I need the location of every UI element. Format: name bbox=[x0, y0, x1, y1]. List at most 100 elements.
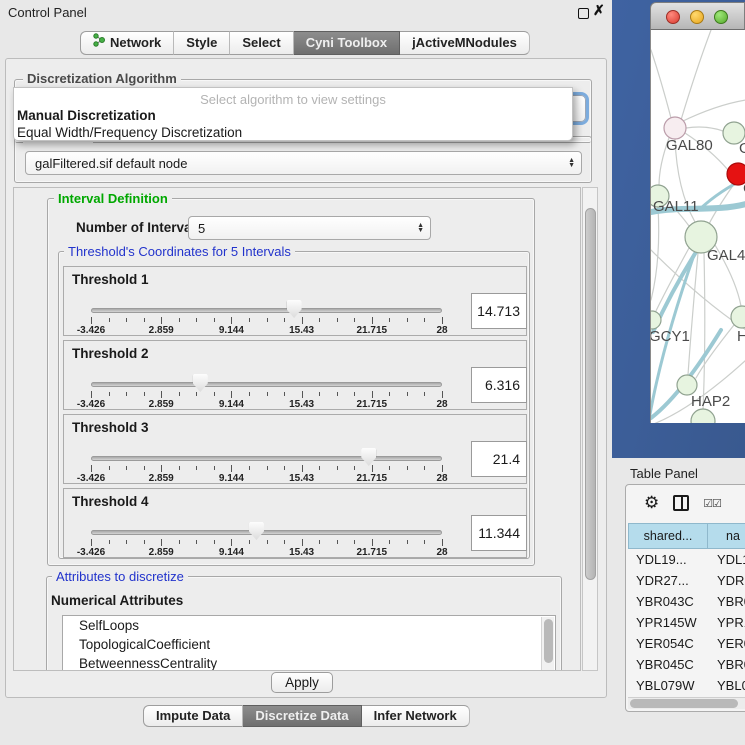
dropdown-option-manual[interactable]: Manual Discretization bbox=[17, 108, 156, 123]
thresholds-group-label: Threshold's Coordinates for 5 Intervals bbox=[64, 245, 295, 258]
table-cell[interactable]: YDR2 bbox=[709, 570, 745, 591]
slider-thumb[interactable] bbox=[249, 522, 264, 540]
table-cell[interactable]: YPR1 bbox=[709, 612, 745, 633]
tab-label: Style bbox=[186, 32, 217, 54]
slider-tick bbox=[196, 466, 197, 470]
network-node-label: GAL4 bbox=[707, 247, 745, 264]
network-node[interactable] bbox=[677, 375, 697, 395]
slider-tick bbox=[284, 466, 285, 470]
tab-cyni-toolbox[interactable]: Cyni Toolbox bbox=[294, 31, 400, 55]
table-cell[interactable]: YBR0 bbox=[709, 654, 745, 675]
tab-impute-data[interactable]: Impute Data bbox=[143, 705, 243, 727]
slider-track[interactable] bbox=[91, 456, 442, 461]
table-cell[interactable]: YPR145W bbox=[628, 612, 709, 633]
float-window-icon[interactable] bbox=[578, 8, 589, 19]
tab-style[interactable]: Style bbox=[174, 31, 230, 55]
slider-tick bbox=[407, 392, 408, 396]
table-cell[interactable]: YDL1 bbox=[709, 549, 745, 570]
slider-tick bbox=[196, 392, 197, 396]
tab-select[interactable]: Select bbox=[230, 31, 293, 55]
panel-title: Control Panel bbox=[8, 5, 87, 20]
table-cell[interactable]: YER054C bbox=[628, 633, 709, 654]
threshold-value-field[interactable]: 11.344 bbox=[471, 515, 527, 551]
slider-tick bbox=[109, 540, 110, 544]
zoom-traffic-light-icon[interactable] bbox=[714, 10, 728, 24]
network-node-label: HAP2 bbox=[691, 393, 730, 410]
algorithm-dropdown-popup: Select algorithm to view settings Manual… bbox=[13, 87, 573, 141]
table-horizontal-scrollbar[interactable] bbox=[628, 697, 745, 709]
gear-icon[interactable]: ⚙ bbox=[644, 493, 659, 513]
table-row[interactable]: YBR045CYBR0 bbox=[628, 654, 745, 675]
slider-tick bbox=[196, 318, 197, 322]
network-canvas[interactable]: GAL80GACGAL11GAL4GCY1HHAP2 bbox=[650, 30, 745, 423]
slider-tick-label: 9.144 bbox=[219, 325, 244, 336]
slider-tick bbox=[424, 318, 425, 322]
slider-tick bbox=[179, 540, 180, 544]
network-node[interactable] bbox=[664, 117, 686, 139]
table-cell[interactable]: YBL079W bbox=[628, 675, 709, 696]
attribute-item[interactable]: TopologicalCoefficient bbox=[63, 635, 555, 654]
network-node[interactable] bbox=[731, 306, 745, 328]
slider-tick bbox=[354, 318, 355, 322]
number-of-intervals-combobox[interactable]: 5 ▲▼ bbox=[188, 216, 431, 240]
slider-tick bbox=[442, 539, 443, 546]
slider-track[interactable] bbox=[91, 530, 442, 535]
threshold-panel: Threshold 4-3.4262.8599.14415.4321.71528… bbox=[63, 488, 527, 558]
slider-thumb[interactable] bbox=[361, 448, 376, 466]
threshold-value-field[interactable]: 21.4 bbox=[471, 441, 527, 477]
slider-tick-label: 28 bbox=[436, 473, 447, 484]
table-cell[interactable]: YBR0 bbox=[709, 591, 745, 612]
apply-button[interactable]: Apply bbox=[271, 672, 333, 693]
slider-tick-label: 9.144 bbox=[219, 399, 244, 410]
table-row[interactable]: YPR145WYPR1 bbox=[628, 612, 745, 633]
slider-tick bbox=[319, 466, 320, 470]
close-icon[interactable]: ✗ bbox=[593, 2, 605, 19]
tab-network[interactable]: Network bbox=[80, 31, 174, 55]
slider-tick bbox=[231, 539, 232, 546]
numerical-attributes-list[interactable]: SelfLoopsTopologicalCoefficientBetweenne… bbox=[62, 615, 556, 671]
tab-jactivemnodules[interactable]: jActiveMNodules bbox=[400, 31, 530, 55]
table-row[interactable]: YBR043CYBR0 bbox=[628, 591, 745, 612]
numerical-attributes-label: Numerical Attributes bbox=[51, 593, 183, 608]
table-row[interactable]: YDR27...YDR2 bbox=[628, 570, 745, 591]
table-cell[interactable]: YBR043C bbox=[628, 591, 709, 612]
table-cell[interactable]: YDL19... bbox=[628, 549, 709, 570]
slider-tick bbox=[144, 392, 145, 396]
table-row[interactable]: YDL19...YDL1 bbox=[628, 549, 745, 570]
dropdown-option-equal-width[interactable]: Equal Width/Frequency Discretization bbox=[17, 125, 242, 140]
slider-tick bbox=[302, 465, 303, 472]
tab-discretize-data[interactable]: Discretize Data bbox=[243, 705, 361, 727]
table-row[interactable]: YBL079WYBL0 bbox=[628, 675, 745, 696]
slider-thumb[interactable] bbox=[193, 374, 208, 392]
table-cell[interactable]: YDR27... bbox=[628, 570, 709, 591]
close-traffic-light-icon[interactable] bbox=[666, 10, 680, 24]
checked-columns-icon[interactable]: ☑☑ bbox=[703, 497, 721, 510]
network-node[interactable] bbox=[691, 409, 715, 423]
table-cell[interactable]: YER0 bbox=[709, 633, 745, 654]
network-graph: GAL80GACGAL11GAL4GCY1HHAP2 bbox=[651, 30, 745, 423]
column-header-shared-name[interactable]: shared... bbox=[628, 523, 708, 549]
column-layout-icon[interactable] bbox=[673, 495, 689, 511]
attribute-item[interactable]: BetweennessCentrality bbox=[63, 654, 555, 671]
slider-track[interactable] bbox=[91, 308, 442, 313]
attributes-scrollbar[interactable] bbox=[541, 617, 554, 671]
slider-track[interactable] bbox=[91, 382, 442, 387]
table-cell[interactable]: YBL0 bbox=[709, 675, 745, 696]
scrollbar-thumb[interactable] bbox=[630, 699, 738, 708]
table-data-combobox[interactable]: galFiltered.sif default node ▲▼ bbox=[25, 151, 582, 175]
threshold-value-field[interactable]: 14.713 bbox=[471, 293, 527, 329]
settings-vertical-scrollbar[interactable] bbox=[582, 187, 598, 671]
attribute-item[interactable]: SelfLoops bbox=[63, 616, 555, 635]
attributes-group-label: Attributes to discretize bbox=[52, 570, 188, 583]
network-window-titlebar[interactable] bbox=[650, 2, 745, 30]
threshold-value-field[interactable]: 6.316 bbox=[471, 367, 527, 403]
table-row[interactable]: YER054CYER0 bbox=[628, 633, 745, 654]
table-cell[interactable]: YBR045C bbox=[628, 654, 709, 675]
column-header-name[interactable]: na bbox=[708, 523, 745, 549]
tab-infer-network[interactable]: Infer Network bbox=[362, 705, 470, 727]
tab-label: Cyni Toolbox bbox=[306, 32, 387, 54]
scrollbar-thumb[interactable] bbox=[544, 619, 553, 663]
scrollbar-thumb[interactable] bbox=[585, 208, 596, 580]
slider-thumb[interactable] bbox=[287, 300, 302, 318]
minimize-traffic-light-icon[interactable] bbox=[690, 10, 704, 24]
